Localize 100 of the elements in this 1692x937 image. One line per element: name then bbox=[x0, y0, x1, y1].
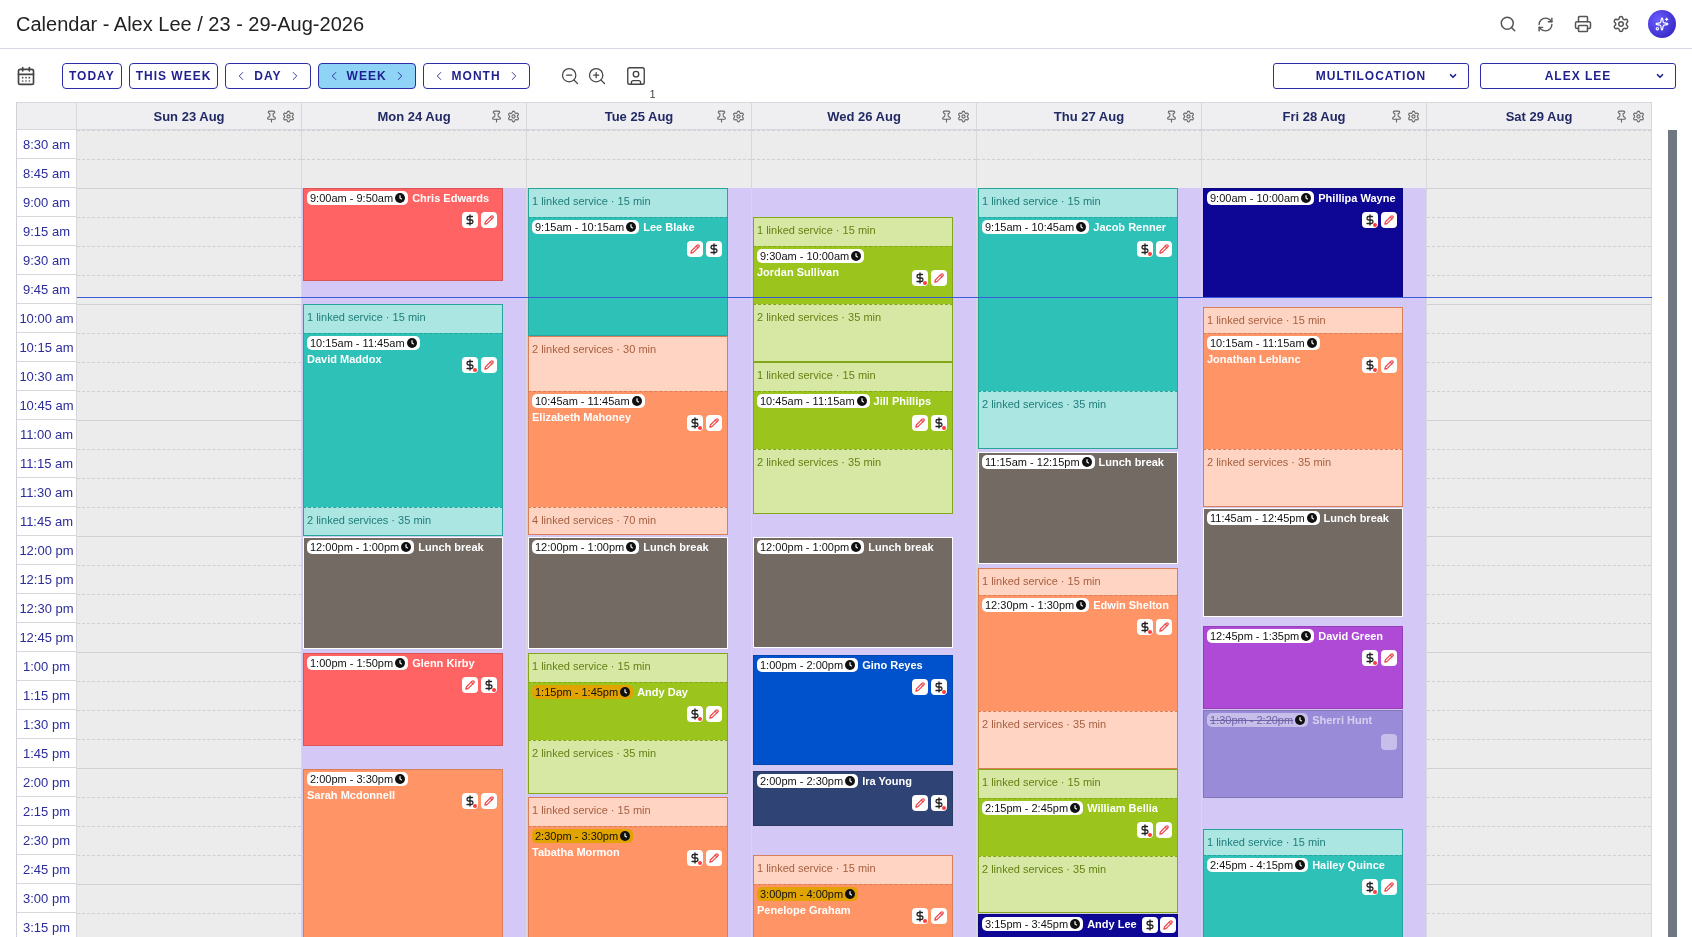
appointment-time: 2:00pm - 2:30pm bbox=[760, 774, 844, 787]
linked-service-segment[interactable]: 1 linked service · 15 min bbox=[528, 188, 728, 217]
break-segment[interactable]: 12:00pm - 1:00pm Lunch break bbox=[303, 537, 503, 650]
appointment-time: 12:30pm - 1:30pm bbox=[985, 599, 1075, 612]
appointment-time: 11:15am - 12:15pm bbox=[985, 455, 1080, 468]
appointment-time: 9:15am - 10:45am bbox=[985, 221, 1075, 233]
linked-service-segment[interactable]: 1 linked service · 15 min bbox=[528, 797, 728, 826]
appointment-segment[interactable]: 12:45pm - 1:35pm David Green bbox=[1203, 625, 1403, 709]
client-name: William Bellia bbox=[1087, 802, 1158, 815]
appointment-segment[interactable]: 1:15pm - 1:45pm Andy Day bbox=[528, 682, 728, 741]
appointment-time: 9:00am - 10:00am bbox=[1210, 192, 1300, 204]
appointment-segment[interactable]: 9:15am - 10:15am Lee Blake bbox=[528, 217, 728, 336]
break-segment[interactable]: 11:45am - 12:45pm Lunch break bbox=[1203, 508, 1403, 618]
linked-service-segment[interactable]: 1 linked service · 15 min bbox=[1203, 306, 1403, 333]
appointment-segment[interactable]: 10:15am - 11:45am David Maddox bbox=[303, 333, 503, 507]
linked-service-label: 1 linked service · 15 min bbox=[307, 311, 426, 323]
day-label: Wed 26 Aug bbox=[827, 108, 901, 124]
appointment-segment[interactable]: 1:00pm - 2:00pm Gino Reyes bbox=[753, 654, 953, 766]
linked-service-segment[interactable]: 2 linked services · 35 min bbox=[303, 507, 503, 536]
linked-service-segment[interactable]: 1 linked service · 15 min bbox=[753, 217, 953, 246]
linked-service-label: 2 linked services · 30 min bbox=[532, 342, 657, 355]
view-button[interactable]: WEEK bbox=[317, 62, 416, 89]
appointment-segment[interactable]: 9:15am - 10:45am Jacob Renner bbox=[978, 217, 1178, 391]
linked-service-segment[interactable]: 4 linked services · 70 min bbox=[528, 507, 728, 535]
appointment-segment[interactable]: 10:45am - 11:15am Jill Phillips bbox=[753, 391, 953, 449]
linked-service-label: 1 linked service · 15 min bbox=[757, 369, 876, 381]
client-name: Glenn Kirby bbox=[412, 657, 475, 670]
linked-service-label: 2 linked services · 35 min bbox=[982, 398, 1107, 410]
client-name: Phillipa Wayne bbox=[1318, 192, 1396, 204]
linked-service-segment[interactable]: 2 linked services · 35 min bbox=[753, 449, 953, 515]
appointment-time: 11:45am - 12:45pm bbox=[1210, 512, 1305, 525]
linked-service-label: 1 linked service · 15 min bbox=[1207, 835, 1326, 848]
appointment-time: 3:00pm - 4:00pm bbox=[760, 888, 844, 900]
linked-service-segment[interactable]: 2 linked services · 30 min bbox=[528, 335, 728, 391]
linked-service-label: 1 linked service · 15 min bbox=[1207, 313, 1326, 326]
appointment-time: 3:15pm - 3:45pm bbox=[985, 918, 1069, 931]
appointment-time: 9:00am - 9:50am bbox=[310, 192, 394, 204]
appointment-segment[interactable]: 2:00pm - 2:30pm Ira Young bbox=[753, 770, 953, 826]
appointment-segment[interactable]: 10:45am - 11:45am Elizabeth Mahoney bbox=[528, 391, 728, 507]
appointment-segment[interactable]: 2:00pm - 3:30pm Sarah Mcdonnell bbox=[303, 769, 503, 937]
linked-service-segment[interactable]: 2 linked services · 35 min bbox=[528, 740, 728, 795]
appointment-time: 10:15am - 11:45am bbox=[310, 337, 405, 349]
appointment-segment[interactable]: 10:15am - 11:15am Jonathan Leblanc bbox=[1203, 333, 1403, 449]
break-segment[interactable]: 12:00pm - 1:00pm Lunch break bbox=[528, 537, 728, 650]
day-label: Sat 29 Aug bbox=[1505, 108, 1573, 124]
client-name: Andy Lee bbox=[1087, 918, 1137, 931]
break-label: Lunch break bbox=[643, 541, 709, 554]
appointment-time: 2:30pm - 3:30pm bbox=[535, 830, 619, 842]
appointment-segment[interactable]: 3:00pm - 4:00pm Penelope Graham bbox=[753, 884, 953, 937]
appointment-time: 2:00pm - 3:30pm bbox=[310, 773, 394, 786]
nav-button[interactable]: TODAY bbox=[62, 62, 122, 89]
linked-service-label: 1 linked service · 15 min bbox=[982, 195, 1101, 207]
client-name: David Maddox bbox=[307, 353, 382, 365]
linked-service-label: 2 linked services · 35 min bbox=[1207, 456, 1332, 468]
linked-service-segment[interactable]: 1 linked service · 15 min bbox=[303, 304, 503, 333]
appointment-segment[interactable]: 2:30pm - 3:30pm Tabatha Mormon bbox=[528, 826, 728, 937]
linked-service-segment[interactable]: 2 linked services · 35 min bbox=[1203, 449, 1403, 507]
dropdown[interactable]: MULTILOCATION bbox=[1273, 62, 1469, 89]
client-name: Jill Phillips bbox=[873, 395, 932, 407]
linked-service-segment[interactable]: 2 linked services · 35 min bbox=[978, 391, 1178, 449]
linked-service-segment[interactable]: 1 linked service · 15 min bbox=[528, 653, 728, 683]
linked-service-label: 1 linked service · 15 min bbox=[532, 660, 651, 673]
appointment-segment[interactable]: 2:45pm - 4:15pm Hailey Quince bbox=[1203, 855, 1403, 937]
client-name: Hailey Quince bbox=[1312, 859, 1385, 871]
dropdown[interactable]: ALEX LEE bbox=[1480, 62, 1676, 89]
appointment-time: 12:00pm - 1:00pm bbox=[310, 541, 400, 554]
linked-service-segment[interactable]: 1 linked service · 15 min bbox=[978, 567, 1178, 596]
day-label: Mon 24 Aug bbox=[377, 108, 451, 124]
linked-service-label: 2 linked services · 35 min bbox=[532, 747, 657, 760]
linked-service-segment[interactable]: 1 linked service · 15 min bbox=[978, 188, 1178, 217]
view-button[interactable]: MONTH bbox=[422, 62, 530, 89]
appointment-segment[interactable]: 9:00am - 10:00am Phillipa Wayne bbox=[1203, 188, 1403, 299]
linked-service-label: 2 linked services · 35 min bbox=[982, 863, 1107, 876]
appointment-segment[interactable]: 3:15pm - 3:45pm Andy Lee bbox=[978, 914, 1178, 937]
linked-service-segment[interactable]: 2 linked services · 35 min bbox=[978, 711, 1178, 770]
appointment-time: 10:45am - 11:45am bbox=[535, 395, 630, 407]
appointment-segment[interactable]: 1:00pm - 1:50pm Glenn Kirby bbox=[303, 653, 503, 747]
linked-service-segment[interactable]: 1 linked service · 15 min bbox=[753, 362, 953, 391]
client-name: Sherri Hunt bbox=[1312, 714, 1373, 726]
break-label: Lunch break bbox=[1098, 455, 1164, 468]
appointment-time: 10:15am - 11:15am bbox=[1210, 337, 1305, 349]
appointment-segment[interactable]: 9:00am - 9:50am Chris Edwards bbox=[303, 188, 503, 281]
appointment-segment[interactable]: 9:30am - 10:00am Jordan Sullivan bbox=[753, 246, 953, 304]
view-button[interactable]: DAY bbox=[225, 62, 311, 89]
appointment-time: 12:00pm - 1:00pm bbox=[535, 541, 625, 554]
client-name: Elizabeth Mahoney bbox=[532, 411, 632, 423]
linked-service-segment[interactable]: 2 linked services · 35 min bbox=[978, 856, 1178, 913]
client-name: Gino Reyes bbox=[862, 658, 923, 671]
break-segment[interactable]: 12:00pm - 1:00pm Lunch break bbox=[753, 537, 953, 648]
appointment-time: 12:00pm - 1:00pm bbox=[760, 541, 850, 554]
client-name: Chris Edwards bbox=[412, 192, 490, 204]
nav-button[interactable]: THIS WEEK bbox=[128, 62, 219, 89]
linked-service-segment[interactable]: 2 linked services · 35 min bbox=[753, 304, 953, 362]
break-segment[interactable]: 11:15am - 12:15pm Lunch break bbox=[978, 451, 1178, 564]
linked-service-segment[interactable]: 1 linked service · 15 min bbox=[978, 769, 1178, 799]
appointment-segment[interactable]: 2:15pm - 2:45pm William Bellia bbox=[978, 798, 1178, 857]
appointment-time: 9:15am - 10:15am bbox=[535, 221, 625, 233]
client-name: Jacob Renner bbox=[1093, 221, 1167, 233]
appointment-segment[interactable]: 12:30pm - 1:30pm Edwin Shelton bbox=[978, 595, 1178, 712]
appointment-time: 1:00pm - 1:50pm bbox=[310, 657, 394, 670]
